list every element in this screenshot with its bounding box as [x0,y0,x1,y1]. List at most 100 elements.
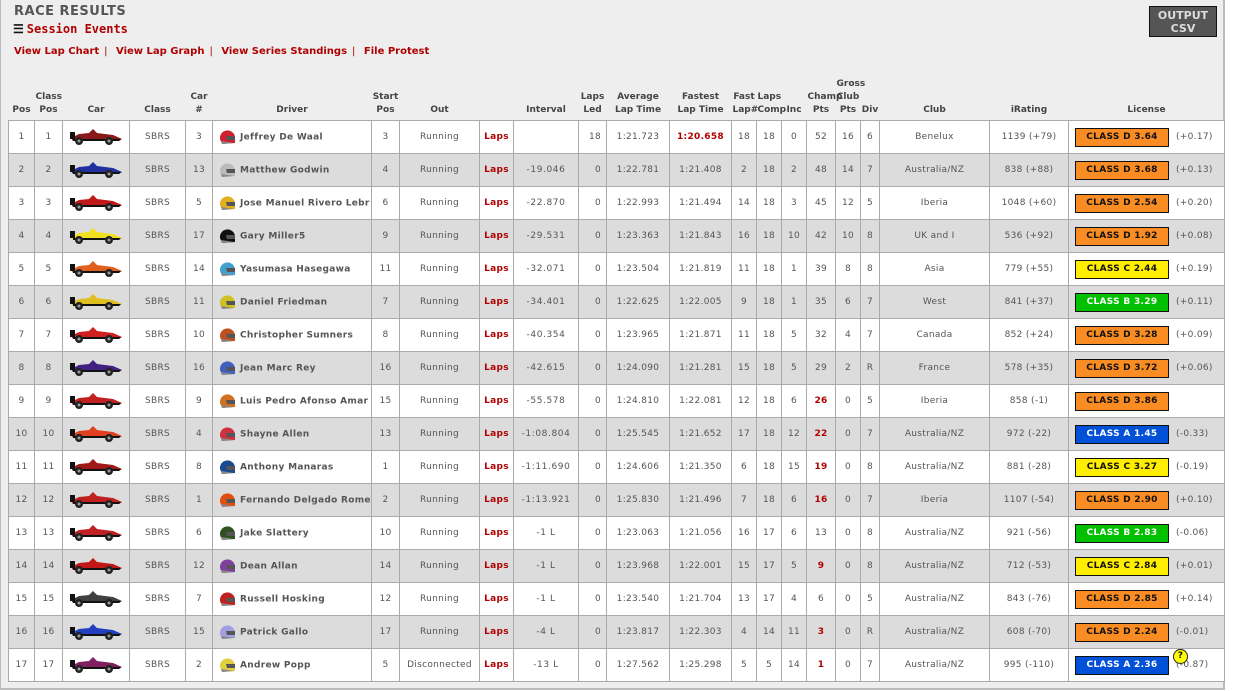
laps-led-cell: 0 [578,153,607,187]
driver-cell[interactable]: Shayne Allen [212,417,372,451]
champ-pts-cell: 6 [806,582,836,616]
interval-cell: -13 L [513,648,579,682]
laps-link-cell[interactable]: Laps [479,615,514,649]
out-status-cell: Running [399,252,480,286]
laps-link-cell[interactable]: Laps [479,417,514,451]
club-cell: Australia/NZ [879,153,990,187]
help-icon[interactable]: ? [1173,648,1188,664]
laps-link-cell[interactable]: Laps [479,582,514,616]
laps-led-cell: 0 [578,483,607,517]
column-header-label: Club [923,105,946,115]
driver-cell[interactable]: Russell Hosking [212,582,372,616]
laps-link-cell[interactable]: Laps [479,252,514,286]
driver-cell[interactable]: Jean Marc Rey [212,351,372,385]
laps-comp-cell: 14 [756,615,782,649]
driver-cell[interactable]: Yasumasa Hasegawa [212,252,372,286]
car-number-cell: 2 [185,648,213,682]
license-cell: CLASS D 1.92 (+0.08) [1068,219,1225,253]
laps-link-cell[interactable]: Laps [479,549,514,583]
driver-cell[interactable]: Jake Slattery [212,516,372,550]
driver-name[interactable]: Daniel Friedman [240,298,327,308]
driver-name[interactable]: Fernando Delgado Rome [240,496,371,506]
session-events-link[interactable]: ☰ Session Events [13,22,128,36]
class-pos-cell: 14 [34,549,63,583]
car-icon [69,359,123,380]
laps-link-cell[interactable]: Laps [479,186,514,220]
driver-cell[interactable]: Daniel Friedman [212,285,372,319]
driver-cell[interactable]: Jose Manuel Rivero Lebr [212,186,372,220]
class-pos-cell: 17 [34,648,63,682]
output-csv-button[interactable]: OUTPUT CSV [1149,6,1217,37]
start-pos-cell: 16 [371,351,400,385]
driver-name[interactable]: Andrew Popp [240,661,311,671]
club-cell: UK and I [879,219,990,253]
driver-name[interactable]: Shayne Allen [240,430,309,440]
column-header-label: Lap Time [614,105,662,115]
driver-cell[interactable]: Jeffrey De Waal [212,120,372,154]
driver-cell[interactable]: Anthony Manaras [212,450,372,484]
laps-comp-cell: 18 [756,285,782,319]
laps-link-cell[interactable]: Laps [479,219,514,253]
gross-club-pts-cell: 12 [835,186,861,220]
class-cell: SBRS [129,417,186,451]
driver-cell[interactable]: Gary Miller5 [212,219,372,253]
driver-name[interactable]: Jean Marc Rey [240,364,316,374]
view-series-standings-link[interactable]: View Series Standings [221,46,347,57]
driver-name[interactable]: Jeffrey De Waal [240,133,323,143]
laps-link-cell[interactable]: Laps [479,450,514,484]
laps-link-cell[interactable]: Laps [479,351,514,385]
table-row: 16 16 SBRS 15 Patrick Gallo 17 Running Laps -4 L… [8,615,1225,649]
champ-pts-cell: 52 [806,120,836,154]
view-lap-graph-link[interactable]: View Lap Graph [116,46,204,57]
driver-cell[interactable]: Patrick Gallo [212,615,372,649]
license-change: (+0.01) [1176,561,1213,571]
driver-name[interactable]: Yasumasa Hasegawa [240,265,351,275]
driver-cell[interactable]: Dean Allan [212,549,372,583]
pos-cell: 1 [8,120,35,154]
driver-name[interactable]: Jake Slattery [240,529,309,539]
driver-name[interactable]: Gary Miller5 [240,232,306,242]
license-badge: CLASS B 3.29 [1075,292,1169,312]
laps-link-cell[interactable]: Laps [479,648,514,682]
car-number-cell: 15 [185,615,213,649]
out-status-cell: Running [399,318,480,352]
driver-name[interactable]: Patrick Gallo [240,628,308,638]
driver-name[interactable]: Russell Hosking [240,595,325,605]
driver-cell[interactable]: Luis Pedro Afonso Amar [212,384,372,418]
driver-name[interactable]: Christopher Sumners [240,331,353,341]
driver-cell[interactable]: Matthew Godwin [212,153,372,187]
fast-lap-number-cell: 17 [731,417,757,451]
interval-cell: -34.401 [513,285,579,319]
file-protest-link[interactable]: File Protest [364,46,429,57]
laps-link-cell[interactable]: Laps [479,120,514,154]
incidents-cell: 2 [781,153,807,187]
helmet-icon [218,526,240,540]
laps-link-cell[interactable]: Laps [479,318,514,352]
class-cell: SBRS [129,351,186,385]
driver-cell[interactable]: Fernando Delgado Rome [212,483,372,517]
driver-cell[interactable]: Christopher Sumners [212,318,372,352]
driver-name[interactable]: Jose Manuel Rivero Lebr [240,199,370,209]
column-header-label: Led [583,105,602,115]
car-cell [62,417,130,451]
table-header: Pos Class Pos Car Class Car # Driver Start Pos Ou… [9,78,1225,121]
driver-name[interactable]: Matthew Godwin [240,166,330,176]
driver-name[interactable]: Dean Allan [240,562,298,572]
driver-cell[interactable]: Andrew Popp [212,648,372,682]
laps-link-cell[interactable]: Laps [479,153,514,187]
driver-name[interactable]: Anthony Manaras [240,463,334,473]
class-pos-cell: 16 [34,615,63,649]
table-row: 6 6 SBRS 11 Daniel Friedman 7 Running Laps -34.4… [8,285,1225,319]
laps-link-cell[interactable]: Laps [479,483,514,517]
class-cell: SBRS [129,582,186,616]
car-number-cell: 13 [185,153,213,187]
laps-link-cell[interactable]: Laps [479,516,514,550]
fast-lap-number-cell: 16 [731,516,757,550]
car-icon [69,392,123,413]
laps-link-cell[interactable]: Laps [479,285,514,319]
table-row: 13 13 SBRS 6 Jake Slattery 10 Running Laps -1 L0… [8,516,1225,550]
view-lap-chart-link[interactable]: View Lap Chart [14,46,99,57]
laps-link-cell[interactable]: Laps [479,384,514,418]
pos-cell: 17 [8,648,35,682]
driver-name[interactable]: Luis Pedro Afonso Amar [240,397,368,407]
